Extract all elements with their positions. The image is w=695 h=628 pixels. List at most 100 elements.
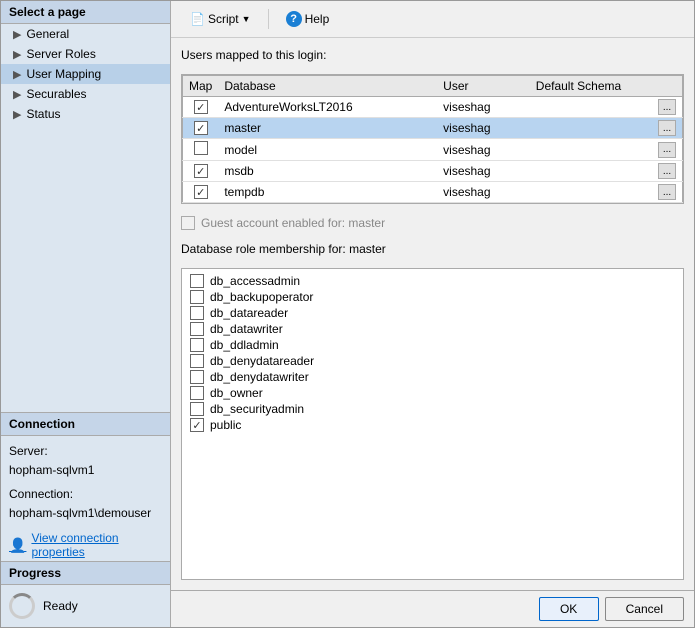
role-item[interactable]: db_securityadmin: [186, 401, 679, 417]
role-label-db_datawriter: db_datawriter: [210, 322, 283, 336]
help-button[interactable]: ? Help: [277, 7, 339, 31]
db-user-1: viseshag: [437, 97, 530, 118]
connection-info: Server: hopham-sqlvm1 Connection: hopham…: [1, 436, 170, 529]
table-row[interactable]: AdventureWorksLT2016 viseshag ...: [183, 97, 683, 118]
role-item[interactable]: public: [186, 417, 679, 433]
progress-spinner: [9, 593, 35, 619]
script-icon: 📄: [190, 12, 205, 26]
db-schema-5: ...: [530, 182, 683, 203]
role-label-db_accessadmin: db_accessadmin: [210, 274, 300, 288]
progress-title: Progress: [1, 562, 170, 585]
left-panel: Select a page ▶ General ▶ Server Roles ▶…: [1, 1, 171, 627]
sidebar-item-label: Server Roles: [26, 47, 95, 61]
db-schema-2: ...: [530, 118, 683, 139]
server-label: Server:: [9, 444, 48, 458]
role-item[interactable]: db_datareader: [186, 305, 679, 321]
sidebar-item-status[interactable]: ▶ Status: [1, 104, 170, 124]
role-membership-list: db_accessadmin db_backupoperator db_data…: [181, 268, 684, 580]
sidebar-item-user-mapping[interactable]: ▶ User Mapping: [1, 64, 170, 84]
role-label-db_denydatareader: db_denydatareader: [210, 354, 314, 368]
role-item[interactable]: db_accessadmin: [186, 273, 679, 289]
server-roles-icon: ▶: [13, 48, 21, 61]
role-membership-title: Database role membership for: master: [181, 242, 684, 256]
view-connection-properties-link[interactable]: 👤 View connection properties: [1, 529, 170, 561]
col-schema: Default Schema: [530, 76, 683, 97]
sidebar-item-server-roles[interactable]: ▶ Server Roles: [1, 44, 170, 64]
role-item[interactable]: db_ddladmin: [186, 337, 679, 353]
role-label-db_backupoperator: db_backupoperator: [210, 290, 313, 304]
role-checkbox-db_datawriter[interactable]: [190, 322, 204, 336]
table-row[interactable]: model viseshag ...: [183, 139, 683, 161]
sidebar-item-label: Status: [26, 107, 60, 121]
progress-status: Ready: [43, 599, 78, 613]
login-properties-dialog: Select a page ▶ General ▶ Server Roles ▶…: [0, 0, 695, 628]
map-checkbox-1[interactable]: [194, 100, 208, 114]
db-name-2: master: [218, 118, 437, 139]
server-value: hopham-sqlvm1: [9, 463, 94, 477]
db-schema-4: ...: [530, 161, 683, 182]
role-item[interactable]: db_datawriter: [186, 321, 679, 337]
select-page-title: Select a page: [1, 1, 170, 24]
guest-account-text: Guest account enabled for: master: [201, 216, 385, 230]
right-panel: 📄 Script ▼ ? Help Users mapped to this l…: [171, 1, 694, 627]
sidebar-item-securables[interactable]: ▶ Securables: [1, 84, 170, 104]
db-name-5: tempdb: [218, 182, 437, 203]
table-row[interactable]: msdb viseshag ...: [183, 161, 683, 182]
connection-label-text: Connection: hopham-sqlvm1\demouser: [9, 485, 162, 523]
cancel-button[interactable]: Cancel: [605, 597, 684, 621]
schema-ellipsis-4[interactable]: ...: [658, 163, 676, 179]
map-checkbox-3[interactable]: [194, 141, 208, 155]
role-label-db_securityadmin: db_securityadmin: [210, 402, 304, 416]
role-item[interactable]: db_denydatawriter: [186, 369, 679, 385]
view-connection-label: View connection properties: [31, 531, 162, 559]
role-checkbox-db_denydatareader[interactable]: [190, 354, 204, 368]
role-item[interactable]: db_owner: [186, 385, 679, 401]
table-row[interactable]: tempdb viseshag ...: [183, 182, 683, 203]
sidebar-item-general[interactable]: ▶ General: [1, 24, 170, 44]
database-table: Map Database User Default Schema Adventu…: [182, 75, 683, 203]
schema-ellipsis-3[interactable]: ...: [658, 142, 676, 158]
table-row[interactable]: master viseshag ...: [183, 118, 683, 139]
connection-value: hopham-sqlvm1\demouser: [9, 506, 151, 520]
guest-checkbox[interactable]: [181, 216, 195, 230]
sidebar-item-label: General: [26, 27, 69, 41]
securables-icon: ▶: [13, 88, 21, 101]
connection-label: Connection:: [9, 487, 73, 501]
col-map: Map: [183, 76, 219, 97]
schema-ellipsis-2[interactable]: ...: [658, 120, 676, 136]
role-checkbox-db_backupoperator[interactable]: [190, 290, 204, 304]
role-checkbox-db_datareader[interactable]: [190, 306, 204, 320]
script-button[interactable]: 📄 Script ▼: [181, 8, 260, 30]
connection-section: Connection Server: hopham-sqlvm1 Connect…: [1, 412, 170, 561]
map-checkbox-5[interactable]: [194, 185, 208, 199]
dialog-footer: OK Cancel: [171, 590, 694, 627]
schema-ellipsis-5[interactable]: ...: [658, 184, 676, 200]
role-checkbox-public[interactable]: [190, 418, 204, 432]
schema-ellipsis-1[interactable]: ...: [658, 99, 676, 115]
general-icon: ▶: [13, 28, 21, 41]
toolbar: 📄 Script ▼ ? Help: [171, 1, 694, 38]
user-mapping-title: Users mapped to this login:: [181, 48, 684, 62]
role-checkbox-db_ddladmin[interactable]: [190, 338, 204, 352]
db-name-4: msdb: [218, 161, 437, 182]
map-checkbox-4[interactable]: [194, 164, 208, 178]
db-schema-3: ...: [530, 139, 683, 161]
progress-content: Ready: [1, 585, 170, 627]
role-label-db_denydatawriter: db_denydatawriter: [210, 370, 309, 384]
nav-list: ▶ General ▶ Server Roles ▶ User Mapping …: [1, 24, 170, 124]
help-label: Help: [305, 12, 330, 26]
role-item[interactable]: db_denydatareader: [186, 353, 679, 369]
role-checkbox-db_securityadmin[interactable]: [190, 402, 204, 416]
map-checkbox-2[interactable]: [194, 121, 208, 135]
role-label-public: public: [210, 418, 241, 432]
role-label-db_ddladmin: db_ddladmin: [210, 338, 279, 352]
role-checkbox-db_denydatawriter[interactable]: [190, 370, 204, 384]
role-checkbox-db_owner[interactable]: [190, 386, 204, 400]
ok-button[interactable]: OK: [539, 597, 599, 621]
table-header-row: Map Database User Default Schema: [183, 76, 683, 97]
role-item[interactable]: db_backupoperator: [186, 289, 679, 305]
role-checkbox-db_accessadmin[interactable]: [190, 274, 204, 288]
db-user-3: viseshag: [437, 139, 530, 161]
server-label-text: Server: hopham-sqlvm1: [9, 442, 162, 480]
role-label-db_owner: db_owner: [210, 386, 263, 400]
